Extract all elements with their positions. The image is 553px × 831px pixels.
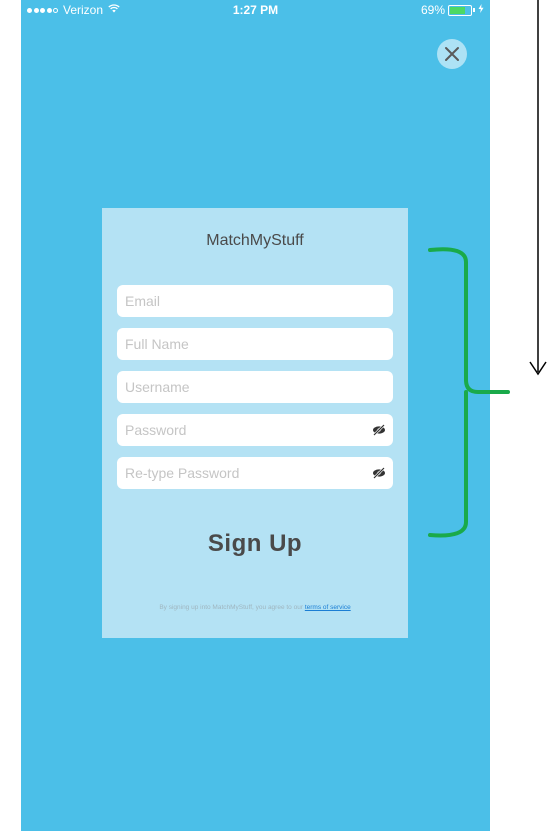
annotation-bracket: [428, 247, 510, 538]
annotation-overlay: [428, 0, 547, 538]
